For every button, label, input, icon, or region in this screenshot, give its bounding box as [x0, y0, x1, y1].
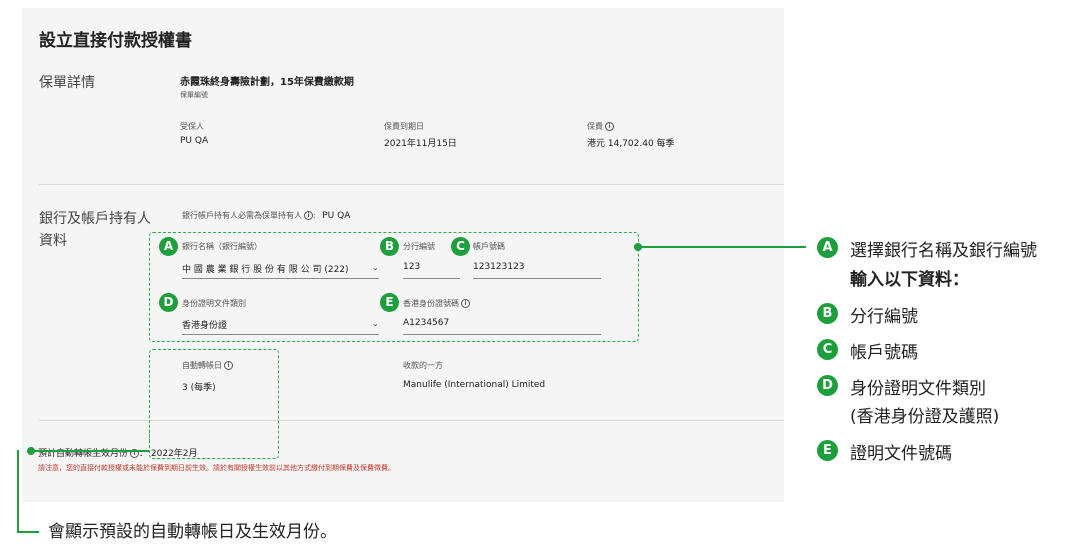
connector-line: [17, 450, 19, 532]
holder-value: PU QA: [322, 211, 351, 221]
bank-section-heading: 銀行及帳戶持有人資料: [39, 211, 151, 249]
insured-value: PU QA: [180, 136, 209, 146]
due-date-value: 2021年11月15日: [384, 139, 457, 149]
warning-text: 請注意，您的直接付款授權或未能於保費到期日前生效。請於有關授權生效前以其他方式繳…: [38, 464, 395, 472]
badge-c-icon: C: [451, 237, 470, 256]
holder-note: 銀行帳戶持有人必需為保單持有人: [182, 211, 302, 220]
connector-line: [17, 531, 39, 533]
section-divider: [39, 184, 784, 185]
legend-b: 分行編號: [850, 307, 918, 327]
badge-d-icon: D: [159, 293, 178, 312]
connector-line: [31, 450, 149, 452]
page-title: 設立直接付款授權書: [39, 31, 192, 51]
payee-value: Manulife (International) Limited: [403, 380, 546, 390]
holder-note-wrap: 銀行帳戶持有人必需為保單持有人 i: PU QA: [182, 211, 351, 221]
connector-dash: [149, 420, 150, 442]
due-date-label: 保費到期日: [384, 122, 424, 131]
connector-line: [640, 246, 806, 248]
plan-name: 赤霞珠終身壽險計劃，15年保費繳款期: [180, 77, 354, 88]
legend-badge-b-icon: B: [817, 303, 838, 324]
premium-label: 保費: [587, 122, 603, 131]
info-icon[interactable]: i: [605, 122, 614, 131]
legend-d-line2: (香港身份證及護照): [850, 407, 1000, 427]
legend-badge-e-icon: E: [817, 440, 838, 461]
badge-a-icon: A: [159, 237, 178, 256]
legend-e: 證明文件號碼: [850, 444, 952, 464]
legend-badge-d-icon: D: [817, 375, 838, 396]
footer-note: 會顯示預設的自動轉帳日及生效月份。: [48, 522, 337, 542]
payee-label: 收款的一方: [403, 361, 443, 370]
badge-e-icon: E: [380, 293, 399, 312]
badge-b-icon: B: [380, 237, 399, 256]
legend-d-line1: 身份證明文件類別: [850, 379, 986, 399]
premium-label-wrap: 保費 i: [587, 121, 614, 132]
legend-a-line2: 輸入以下資料：: [850, 270, 969, 290]
auto-day-highlight: [149, 349, 279, 459]
insured-label: 受保人: [180, 122, 204, 131]
legend-badge-c-icon: C: [817, 339, 838, 360]
premium-value: 港元 14,702.40 每季: [587, 139, 675, 149]
legend-a-line1: 選擇銀行名稱及銀行編號: [850, 241, 1037, 261]
legend-c: 帳戶號碼: [850, 343, 918, 363]
policy-section-heading: 保單詳情: [39, 75, 95, 91]
legend-badge-a-icon: A: [817, 237, 838, 258]
info-icon[interactable]: i: [304, 211, 313, 220]
policy-number-label: 保單編號: [180, 91, 208, 99]
